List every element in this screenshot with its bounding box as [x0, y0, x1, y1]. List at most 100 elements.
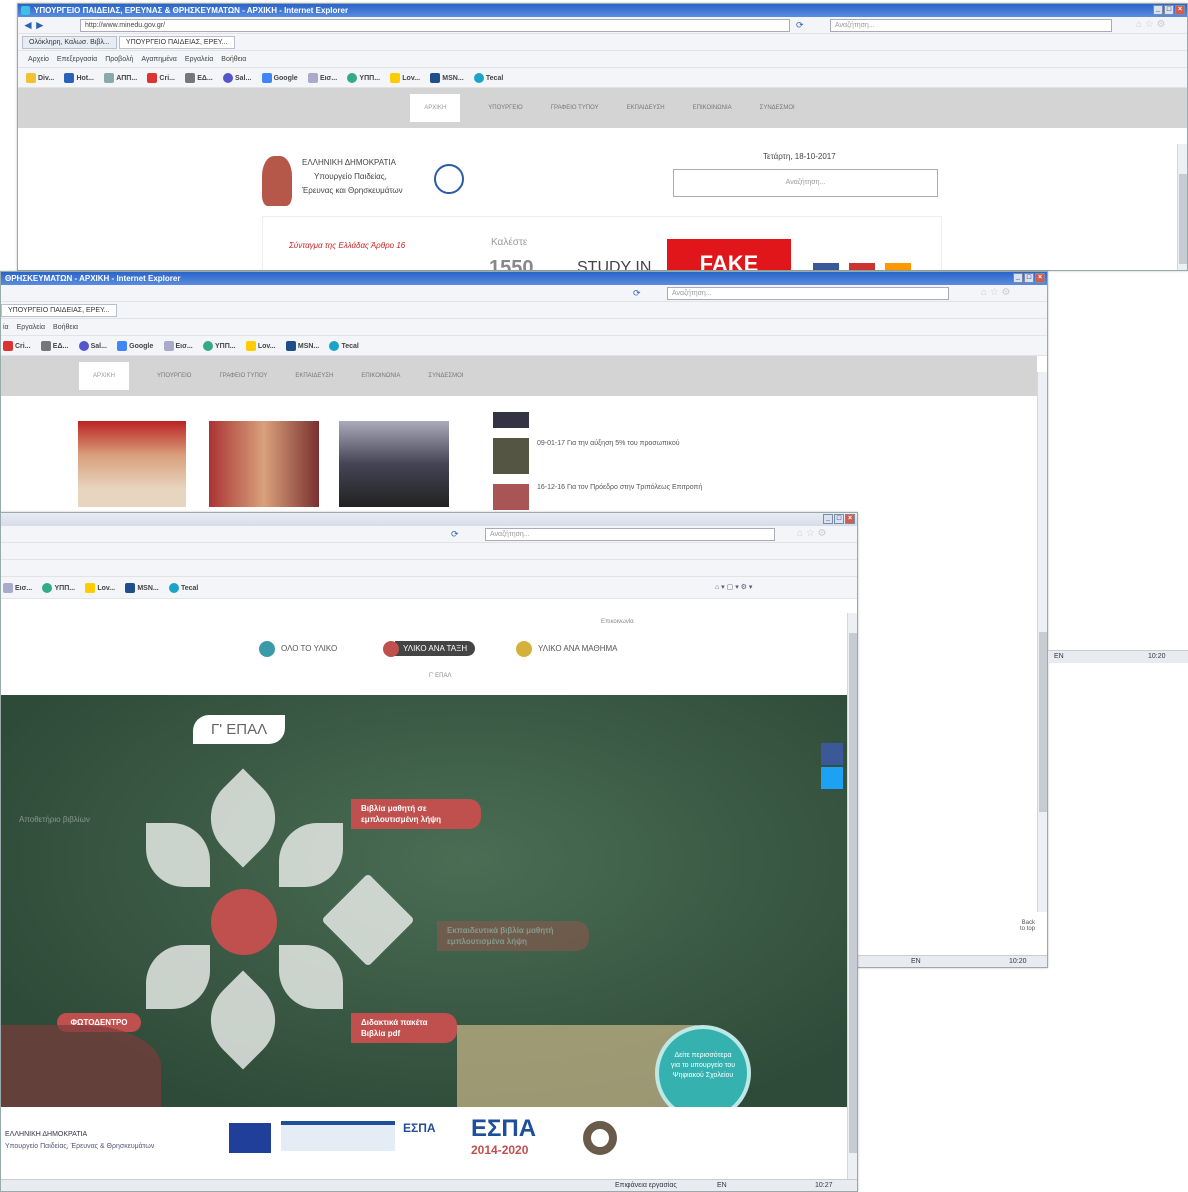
toolbar-icons[interactable]: ⌂ ▾ ▢ ▾ ⚙ ▾ [715, 577, 752, 598]
favorite-item[interactable]: Lov... [85, 583, 115, 594]
donut-logo-icon[interactable] [583, 1121, 617, 1155]
contact-link[interactable]: Επικοινωνία [601, 619, 634, 625]
nav-item[interactable]: ΓΡΑΦΕΙΟ ΤΥΠΟΥ [219, 356, 267, 396]
menu-item[interactable]: ία [3, 324, 9, 331]
refresh-icon[interactable]: ⟳ [451, 526, 459, 542]
photo-2[interactable] [209, 421, 319, 507]
minimize-button[interactable]: _ [1013, 273, 1023, 283]
home-icon[interactable]: ⌂ ☆ ⚙ [981, 285, 1011, 301]
fake-news-banner[interactable]: FAKE [667, 239, 791, 270]
sub-selection[interactable]: Γ' ΕΠΑΛ [429, 673, 451, 679]
espa-logo-large[interactable]: ΕΣΠΑ 2014-2020 [471, 1115, 553, 1157]
menu-item[interactable]: Αγαπημένα [141, 56, 177, 63]
photo-3[interactable] [339, 421, 449, 507]
favorite-item[interactable]: Εισ... [3, 583, 32, 594]
rss-icon[interactable] [885, 263, 911, 270]
nav-item[interactable]: ΣΥΝΔΕΣΜΟΙ [760, 88, 795, 128]
teaching-packages-button[interactable]: Διδακτικά πακέτα Βιβλία pdf [351, 1013, 457, 1043]
favorite-item[interactable]: ΑΠΠ... [104, 73, 137, 84]
close-button[interactable]: × [1175, 5, 1185, 15]
scrollbar[interactable] [1037, 372, 1047, 912]
refresh-icon[interactable]: ⟳ [633, 285, 641, 301]
menu-item[interactable]: Εργαλεία [17, 324, 45, 331]
nav-item[interactable]: ΕΠΙΚΟΙΝΩΝΙΑ [361, 356, 400, 396]
photo-1[interactable] [78, 421, 186, 507]
favorite-item[interactable]: ΕΔ... [185, 73, 213, 84]
favorite-item[interactable]: MSN... [430, 73, 464, 84]
favorite-item[interactable]: Lov... [390, 73, 420, 84]
nav-item[interactable]: ΕΠΙΚΟΙΝΩΝΙΑ [693, 88, 732, 128]
favorite-item[interactable]: ΕΔ... [40, 341, 68, 352]
tab[interactable]: ΥΠΟΥΡΓΕΙΟ ΠΑΙΔΕΙΑΣ, ΕΡΕΥ... [1, 304, 117, 317]
search-input[interactable]: Αναζήτηση... [667, 287, 949, 300]
favorite-item[interactable]: Εισ... [163, 341, 193, 352]
constitution-banner[interactable]: Σύνταγμα της Ελλάδας Άρθρο 16 [289, 241, 419, 250]
tab-1[interactable]: Ολόκληρη, Καλωσ. Βιβλ... [22, 36, 117, 49]
nav-item[interactable]: ΥΠΟΥΡΓΕΙΟ [157, 356, 191, 396]
favorite-item[interactable]: MSN... [125, 583, 159, 594]
address-bar[interactable]: http://www.minedu.gov.gr/ [80, 19, 790, 32]
menu-item[interactable]: Βοήθεια [221, 56, 246, 63]
favorite-item[interactable]: Google [261, 73, 298, 84]
back-to-top-link[interactable]: Back to top [971, 920, 1035, 932]
favorite-item[interactable]: MSN... [285, 341, 319, 352]
youtube-icon[interactable] [849, 263, 875, 270]
favorite-item[interactable]: Tecal [329, 341, 359, 352]
study-in-logo[interactable]: STUDY IN [577, 259, 651, 270]
menu-item[interactable]: Αρχείο [28, 56, 49, 63]
menu-item[interactable]: Βοήθεια [53, 324, 78, 331]
news-thumb[interactable] [493, 484, 529, 510]
menu-item[interactable]: Προβολή [105, 56, 133, 63]
news-thumb[interactable] [493, 412, 529, 428]
minimize-button[interactable]: _ [823, 514, 833, 524]
nav-item[interactable]: ΣΥΝΔΕΣΜΟΙ [428, 356, 463, 396]
refresh-icon[interactable]: ⟳ [796, 17, 804, 33]
home-icon[interactable]: ⌂ ☆ ⚙ [1136, 17, 1166, 33]
hotline-number[interactable]: 1550 [489, 257, 534, 270]
espa-logo-small[interactable]: ΕΣΠΑ [403, 1121, 436, 1135]
back-forward-icon[interactable]: ◄► [22, 18, 46, 32]
option-all-material[interactable]: ΟΛΟ ΤΟ ΥΛΙΚΟ [259, 641, 337, 657]
nav-item[interactable]: ΕΚΠΑΙΔΕΥΣΗ [295, 356, 333, 396]
favorite-item[interactable]: Div... [26, 73, 54, 84]
search-input[interactable]: Αναζήτηση... [485, 528, 775, 541]
favorite-item[interactable]: Google [117, 341, 153, 352]
teacher-books-button[interactable]: Εκπαιδευτικά βιβλία μαθητή εμπλουτισμένα… [437, 921, 589, 951]
favorite-item[interactable]: Lov... [245, 341, 276, 352]
scrollbar[interactable] [1177, 144, 1187, 270]
favorite-item[interactable]: Cri... [3, 341, 31, 352]
tab-2[interactable]: ΥΠΟΥΡΓΕΙΟ ΠΑΙΔΕΙΑΣ, ΕΡΕΥ... [118, 36, 235, 49]
favorite-item[interactable]: Sal... [78, 341, 107, 352]
nav-item[interactable]: ΥΠΟΥΡΓΕΙΟ [488, 88, 522, 128]
minimize-button[interactable]: _ [1153, 5, 1163, 15]
nav-item[interactable]: ΕΚΠΑΙΔΕΥΣΗ [627, 88, 665, 128]
option-by-class[interactable]: ΥΛΙΚΟ ΑΝΑ ΤΑΞΗ [383, 641, 476, 657]
favorite-item[interactable]: ΥΠΠ... [42, 583, 75, 594]
favorite-item[interactable]: Tecal [168, 583, 198, 594]
students-books-button[interactable]: Βιβλία μαθητή σε εμπλουτισμένη λήψη [351, 799, 481, 829]
favorite-item[interactable]: Sal... [223, 73, 251, 84]
news-item-2[interactable]: 16-12-16 Για τον Πρόεδρο στην Τριπόλεως … [537, 484, 737, 491]
facebook-icon[interactable] [813, 263, 839, 270]
favorite-item[interactable]: ΥΠΠ... [203, 341, 236, 352]
ministry-logo[interactable]: ΕΛΛΗΝΙΚΗ ΔΗΜΟΚΡΑΤΙΑ Υπουργείο Παιδείας, … [258, 152, 478, 212]
news-thumb[interactable] [493, 438, 529, 474]
left-label[interactable]: Αποθετήριο βιβλίων [19, 815, 90, 824]
twitter-icon[interactable] [821, 767, 843, 789]
favorite-item[interactable]: ΥΠΠ... [347, 73, 380, 84]
favorite-item[interactable]: Cri... [147, 73, 175, 84]
scrollbar[interactable] [847, 613, 857, 1179]
menu-item[interactable]: Εργαλεία [185, 56, 213, 63]
site-search-input[interactable]: Αναζήτηση... [673, 169, 938, 197]
search-input[interactable]: Αναζήτηση... [830, 19, 1112, 32]
news-item-1[interactable]: 09-01-17 Για την αύξηση 5% του προσωπικο… [537, 440, 680, 447]
facebook-icon[interactable] [821, 743, 843, 765]
option-by-lesson[interactable]: ΥΛΙΚΟ ΑΝΑ ΜΑΘΗΜΑ [516, 641, 617, 657]
nav-home[interactable]: ΑΡΧΙΚΗ [410, 94, 461, 122]
eu-flag-icon[interactable] [229, 1123, 271, 1153]
close-button[interactable]: × [845, 514, 855, 524]
home-icon[interactable]: ⌂ ☆ ⚙ [797, 526, 827, 542]
nav-item[interactable]: ΓΡΑΦΕΙΟ ΤΥΠΟΥ [551, 88, 599, 128]
favorite-item[interactable]: Εισ... [307, 73, 337, 84]
nav-home[interactable]: ΑΡΧΙΚΗ [79, 362, 130, 390]
